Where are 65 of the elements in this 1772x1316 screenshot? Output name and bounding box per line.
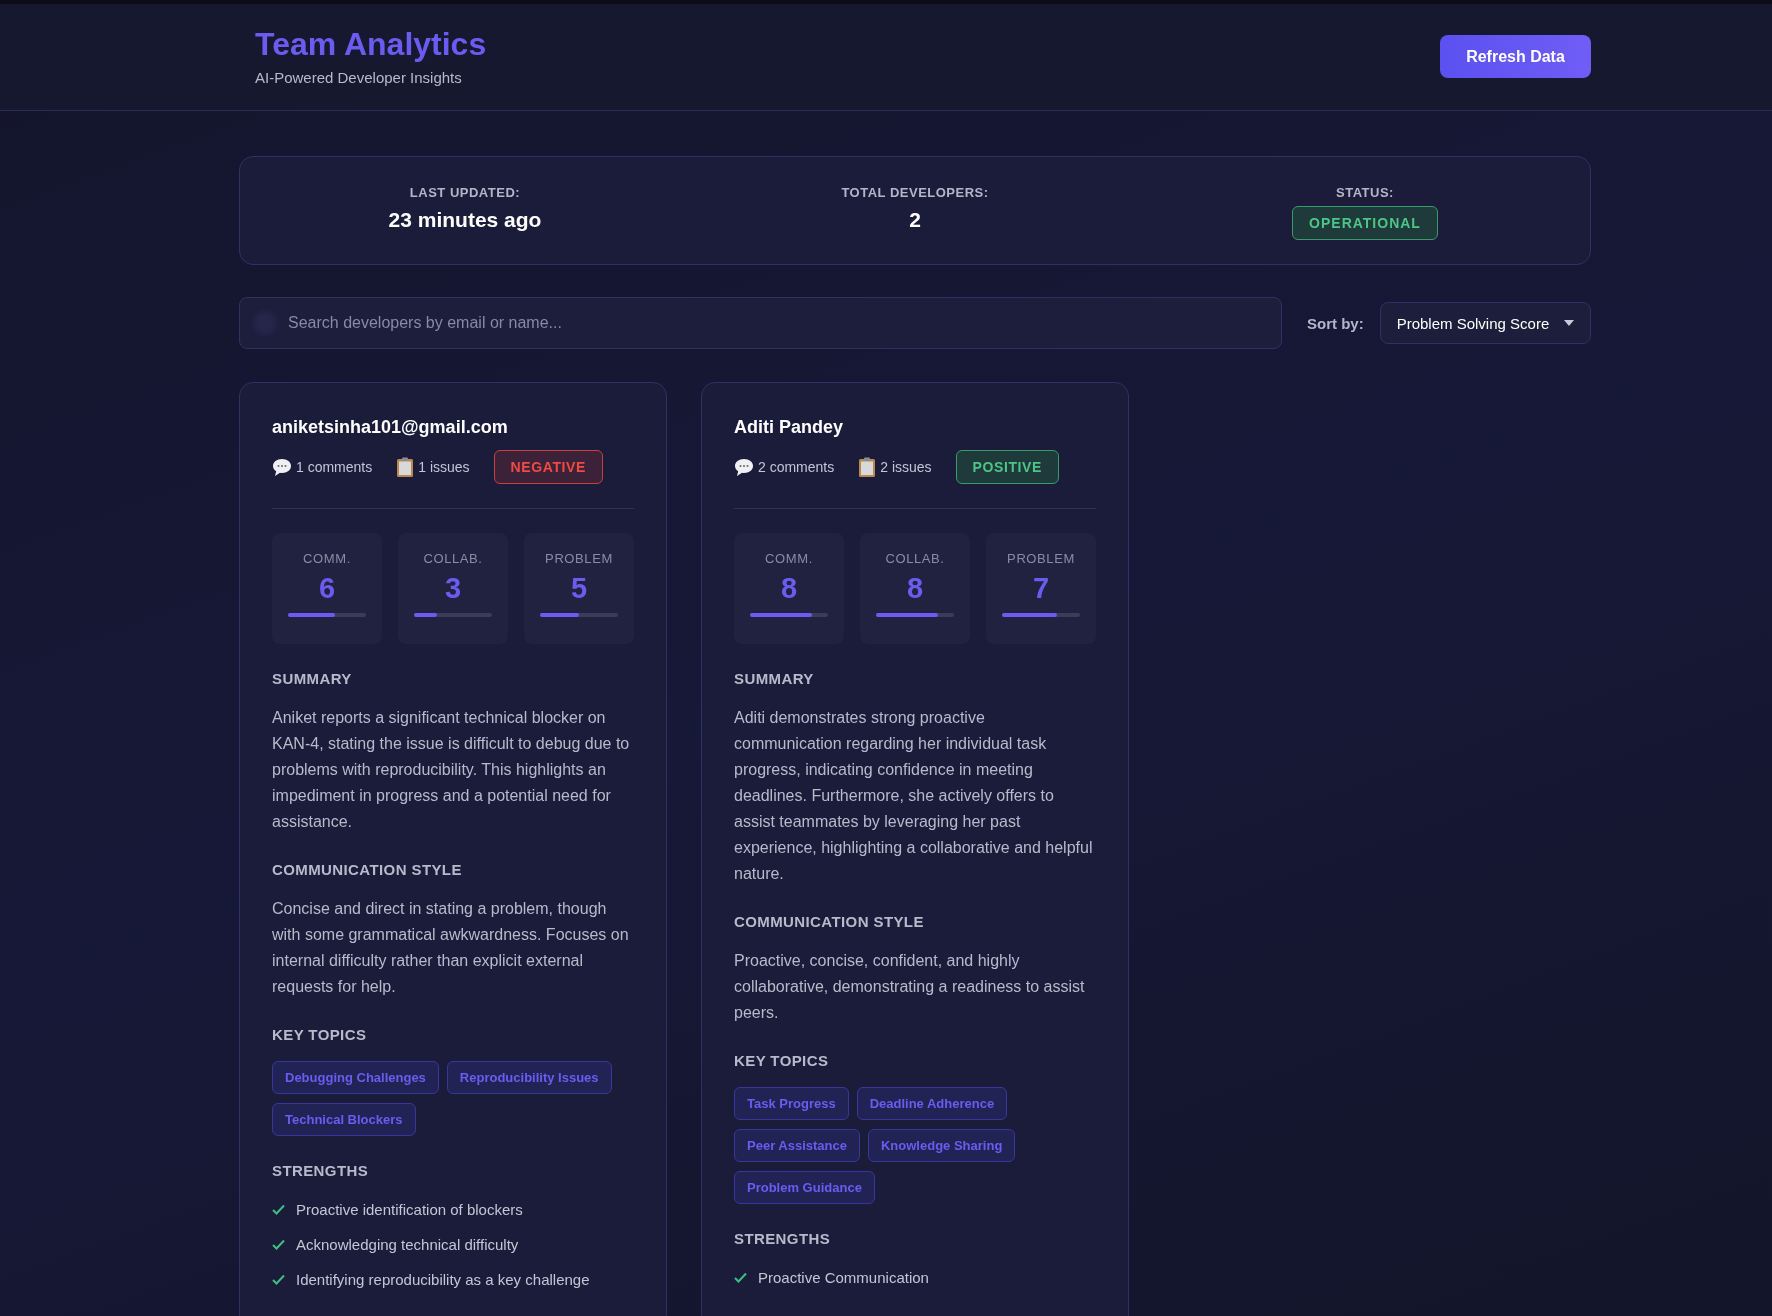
developer-name: Aditi Pandey [734, 417, 845, 438]
section-heading: KEY TOPICS [734, 1052, 830, 1069]
score-value: 3 [444, 572, 462, 605]
refresh-button[interactable]: Refresh Data [1440, 35, 1591, 78]
score-label: COMM. [765, 551, 813, 566]
score-label: PROBLEM [1007, 551, 1075, 566]
clipboard-icon [858, 456, 877, 478]
topic-tag: Technical Blockers [272, 1103, 416, 1136]
issue-count: 1 issues [418, 459, 470, 475]
app-subtitle: AI-Powered Developer Insights [255, 69, 463, 86]
score-label: COLLAB. [885, 551, 945, 566]
section-heading: STRENGTHS [272, 1162, 370, 1179]
score-value: 5 [570, 572, 588, 605]
stat-value: 23 minutes ago [388, 208, 542, 232]
search-field[interactable]: Search developers by email or name... [239, 297, 1282, 349]
sort-label: Sort by: [1307, 314, 1364, 332]
topic-tag: Task Progress [734, 1087, 849, 1120]
score-label: PROBLEM [545, 551, 613, 566]
section-heading: COMMUNICATION STYLE [272, 861, 463, 878]
section-heading: COMMUNICATION STYLE [734, 913, 925, 930]
check-icon [272, 1274, 285, 1285]
strength-item: Proactive identification of blockers [296, 1201, 523, 1218]
section-heading: KEY TOPICS [272, 1026, 368, 1043]
sort-dropdown[interactable]: Problem Solving Score [1379, 302, 1591, 344]
sentiment-badge: POSITIVE [955, 450, 1059, 484]
speech-bubble-icon [734, 457, 754, 477]
topic-tag: Problem Guidance [734, 1171, 875, 1204]
status-badge: OPERATIONAL [1292, 206, 1438, 240]
strength-item: Acknowledging technical difficulty [296, 1236, 519, 1253]
summary-text: Aniket reports a significant technical blocker on KAN-4, stating the issue is difficult to debug due to problems with reproducibility. This highlights an impediment in progress and a potential need for assistance. [272, 708, 631, 832]
score-label: COLLAB. [423, 551, 483, 566]
check-icon [734, 1272, 747, 1283]
clipboard-icon [396, 456, 415, 478]
stat-label: TOTAL DEVELOPERS: [841, 185, 989, 200]
strength-item: Identifying reproducibility as a key challenge [296, 1271, 590, 1288]
stat-value: 2 [909, 208, 921, 232]
app-title: Team Analytics [255, 26, 487, 63]
check-icon [272, 1239, 285, 1250]
topic-tag: Peer Assistance [734, 1129, 860, 1162]
score-value: 8 [906, 572, 924, 605]
summary-text: Aditi demonstrates strong proactive communication regarding her individual task progress, indicating confidence in meeting deadlines. Furthermore, she actively offers to assist teammates by leveraging her past experience, highlighting a collaborative and helpful nature. [734, 708, 1094, 884]
style-text: Proactive, concise, confident, and highly collaborative, demonstrating a readiness to assist peers. [734, 951, 1086, 1023]
comment-count: 2 comments [758, 459, 835, 475]
score-label: COMM. [303, 551, 351, 566]
section-heading: SUMMARY [734, 670, 815, 687]
style-text: Concise and direct in stating a problem, though with some grammatical awkwardness. Focuses on internal difficulty rather than explicit external requests for help. [272, 899, 630, 997]
check-icon [272, 1204, 285, 1215]
topic-tag: Knowledge Sharing [868, 1129, 1016, 1162]
comment-count: 1 comments [296, 459, 373, 475]
topic-tag: Debugging Challenges [272, 1061, 439, 1094]
issue-count: 2 issues [880, 459, 932, 475]
topic-tag: Deadline Adherence [856, 1087, 1008, 1120]
section-heading: STRENGTHS [734, 1230, 832, 1247]
speech-bubble-icon [272, 457, 292, 477]
strength-item: Proactive Communication [758, 1269, 929, 1286]
section-heading: SUMMARY [272, 670, 353, 687]
stat-label: STATUS: [1336, 185, 1394, 200]
stat-label: LAST UPDATED: [409, 185, 521, 200]
topic-tag: Reproducibility Issues [446, 1061, 612, 1094]
score-value: 6 [318, 572, 336, 605]
caret-icon [1564, 320, 1574, 326]
score-value: 8 [780, 572, 798, 605]
developer-name: aniketsinha101@gmail.com [272, 417, 509, 438]
sentiment-badge: NEGATIVE [493, 450, 603, 484]
score-value: 7 [1032, 572, 1050, 605]
